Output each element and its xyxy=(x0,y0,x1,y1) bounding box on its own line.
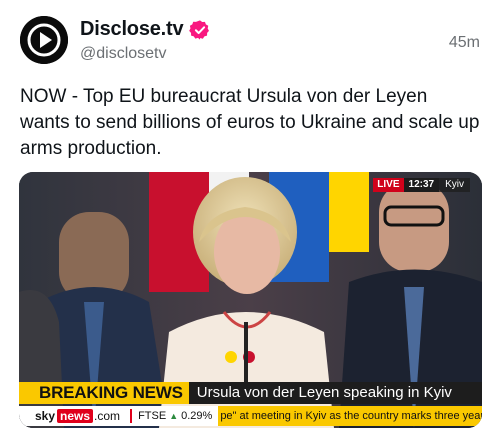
news-ticker: sky news .com FTSE ▲ 0.29% pe" at meetin… xyxy=(19,406,482,426)
broadcast-location: Kyiv xyxy=(439,178,470,192)
tweet-media[interactable]: LIVE 12:37 Kyiv BREAKING NEWS Ursula von… xyxy=(19,172,482,428)
live-badge: LIVE xyxy=(373,178,404,192)
dotcom-word: .com xyxy=(94,409,121,423)
tweet-text: NOW - Top EU bureaucrat Ursula von der L… xyxy=(20,86,480,159)
ticker-text: pe" at meeting in Kyiv as the country ma… xyxy=(218,406,482,426)
broadcast-clock: 12:37 xyxy=(403,178,440,192)
sky-word: sky xyxy=(35,409,56,423)
account-handle[interactable]: @disclosetv xyxy=(80,45,167,63)
breaking-news-bar: BREAKING NEWS Ursula von der Leyen speak… xyxy=(19,382,482,404)
account-name-row: Disclose.tv xyxy=(80,18,211,41)
breaking-news-headline: Ursula von der Leyen speaking in Kyiv xyxy=(188,382,482,404)
news-word: news xyxy=(57,409,94,423)
avatar[interactable] xyxy=(20,16,68,64)
up-arrow-icon: ▲ xyxy=(169,411,179,421)
ftse-label: FTSE xyxy=(138,410,167,422)
ftse-index: FTSE ▲ 0.29% xyxy=(138,406,218,426)
breaking-news-label: BREAKING NEWS xyxy=(19,382,189,404)
live-indicator: LIVE 12:37 Kyiv xyxy=(373,178,470,192)
timestamp[interactable]: 45m xyxy=(449,34,480,52)
lower-third: BREAKING NEWS Ursula von der Leyen speak… xyxy=(19,382,482,428)
display-name[interactable]: Disclose.tv xyxy=(80,18,184,41)
tweet-card: Disclose.tv @disclosetv 45m NOW - Top EU… xyxy=(0,0,500,440)
verified-badge-icon xyxy=(189,19,210,40)
ftse-change: 0.29% xyxy=(181,410,213,422)
sky-news-logo: sky news .com xyxy=(19,406,124,426)
ticker-divider xyxy=(130,409,133,423)
play-logo-icon xyxy=(20,16,68,64)
